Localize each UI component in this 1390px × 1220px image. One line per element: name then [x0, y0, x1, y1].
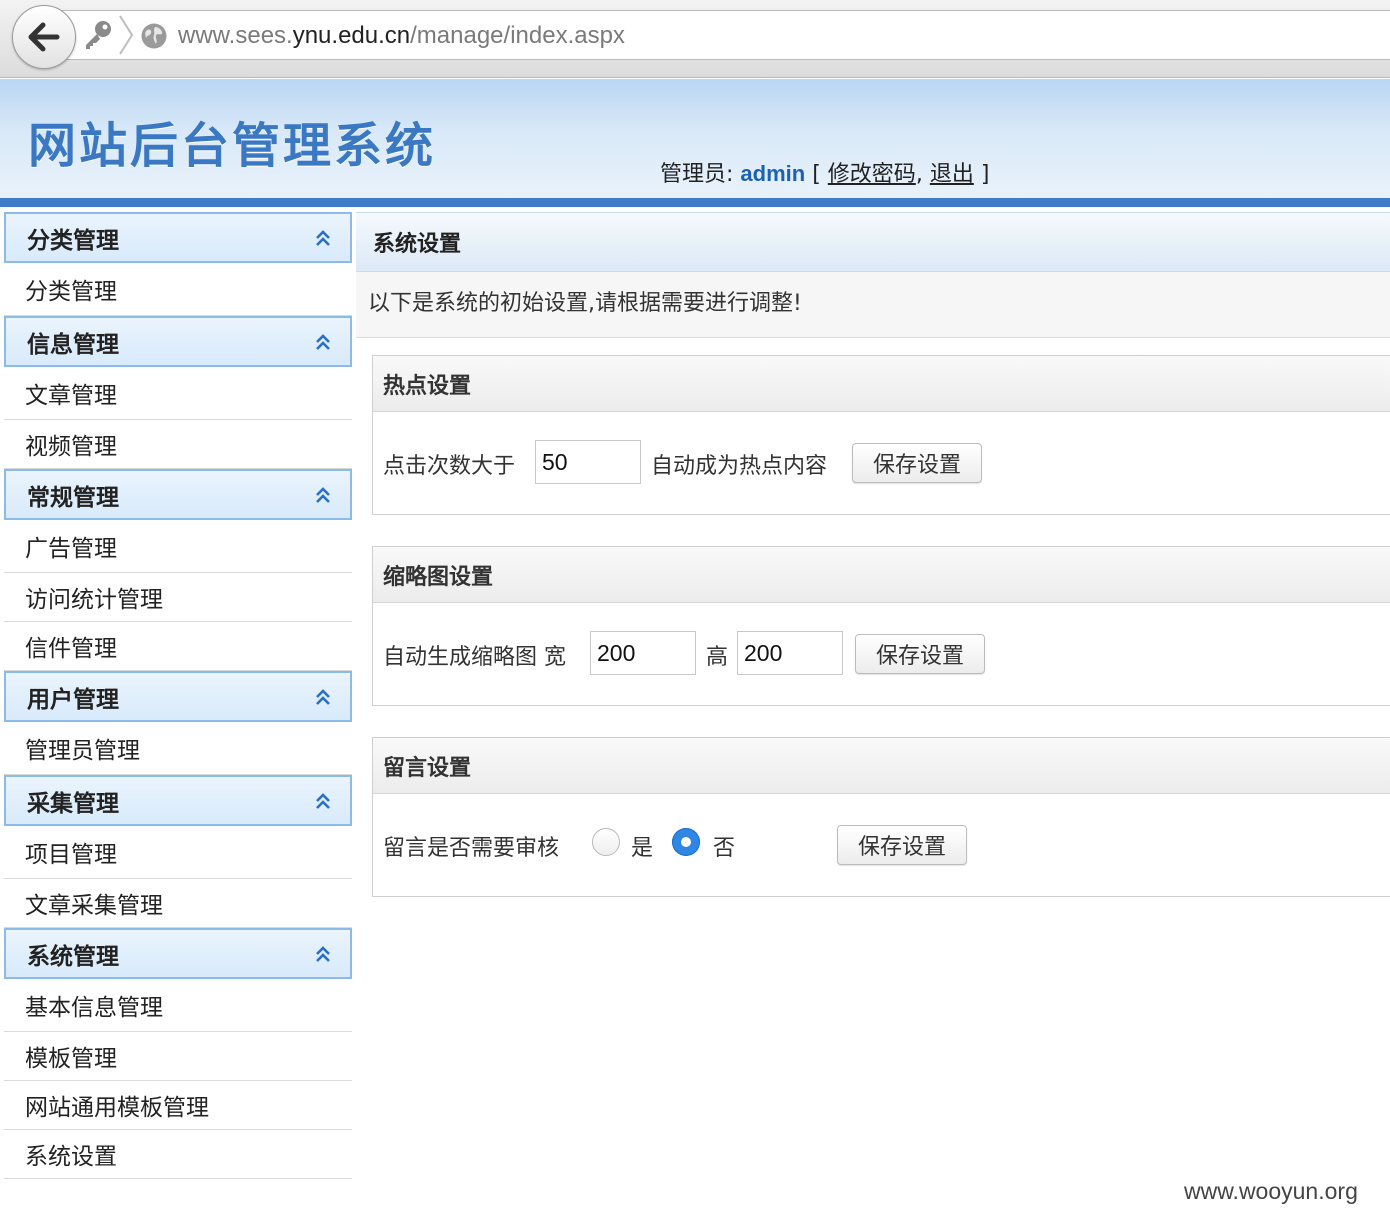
- message-settings-panel: 留言设置 留言是否需要审核 是 否 保存设置: [372, 737, 1390, 897]
- main-content: 系统设置 以下是系统的初始设置,请根据需要进行调整! 热点设置 点击次数大于 5…: [356, 212, 1390, 897]
- chevron-up-icon: [316, 689, 330, 705]
- panel-title: 热点设置: [373, 356, 1390, 412]
- chevron-up-icon: [316, 230, 330, 246]
- sidebar-group-system[interactable]: 系统管理: [4, 928, 352, 979]
- group-title: 用户管理: [27, 686, 119, 713]
- save-thumbnail-button[interactable]: 保存设置: [855, 634, 985, 674]
- watermark: www.wooyun.org: [1184, 1178, 1358, 1204]
- hot-threshold-input[interactable]: 50: [535, 440, 641, 484]
- thumb-width-label: 自动生成缩略图 宽: [383, 645, 566, 670]
- key-icon: [86, 21, 111, 49]
- thumb-height-label: 高: [706, 645, 729, 670]
- header-divider: [0, 198, 1390, 207]
- logout-link[interactable]: 退出: [930, 162, 974, 187]
- chevron-up-icon: [316, 334, 330, 350]
- chevron-up-icon: [316, 487, 330, 503]
- sidebar-item-system-settings[interactable]: 系统设置: [4, 1130, 352, 1179]
- sidebar-item-projects[interactable]: 项目管理: [4, 826, 352, 879]
- sidebar: 分类管理 分类管理 信息管理 文章管理 视频管理 常规管理 广告管理 访问统计管…: [4, 212, 352, 1179]
- sidebar-group-collect[interactable]: 采集管理: [4, 775, 352, 826]
- hot-settings-panel: 热点设置 点击次数大于 50 自动成为热点内容 保存设置: [372, 355, 1390, 515]
- sidebar-item-common-templates[interactable]: 网站通用模板管理: [4, 1081, 352, 1130]
- message-review-label: 留言是否需要审核: [383, 836, 560, 861]
- group-title: 信息管理: [27, 331, 119, 358]
- sidebar-item-ads[interactable]: 广告管理: [4, 520, 352, 573]
- panel-title: 缩略图设置: [373, 547, 1390, 603]
- sidebar-item-article-collect[interactable]: 文章采集管理: [4, 879, 352, 928]
- sidebar-item-admins[interactable]: 管理员管理: [4, 722, 352, 775]
- group-title: 分类管理: [27, 227, 119, 254]
- bracket-open: [: [812, 162, 828, 187]
- group-title: 系统管理: [27, 943, 119, 970]
- bracket-close: ]: [980, 162, 990, 187]
- save-message-button[interactable]: 保存设置: [837, 825, 967, 865]
- page-title: 系统设置: [356, 212, 1390, 272]
- user-bar: 管理员: admin [ 修改密码, 退出 ]: [660, 156, 989, 188]
- group-title: 常规管理: [27, 484, 119, 511]
- back-arrow-icon: [28, 22, 60, 52]
- chevron-right-icon: [119, 15, 134, 55]
- hot-label-after: 自动成为热点内容: [651, 454, 828, 479]
- change-password-link[interactable]: 修改密码: [828, 162, 916, 187]
- save-hot-button[interactable]: 保存设置: [852, 443, 982, 483]
- thumb-height-input[interactable]: 200: [737, 631, 843, 675]
- option-yes-label[interactable]: 是: [631, 830, 653, 862]
- site-title: 网站后台管理系统: [28, 118, 437, 174]
- admin-name: admin: [740, 161, 806, 186]
- sidebar-group-general[interactable]: 常规管理: [4, 469, 352, 520]
- url-text[interactable]: www.sees.ynu.edu.cn/manage/index.aspx: [178, 22, 625, 50]
- sidebar-item-templates[interactable]: 模板管理: [4, 1032, 352, 1081]
- admin-label: 管理员:: [660, 162, 734, 187]
- browser-chrome: www.sees.ynu.edu.cn/manage/index.aspx: [0, 0, 1390, 78]
- thumbnail-settings-panel: 缩略图设置 自动生成缩略图 宽 200 高 200 保存设置: [372, 546, 1390, 706]
- site-header: 网站后台管理系统 管理员: admin [ 修改密码, 退出 ]: [0, 79, 1390, 198]
- globe-icon: [141, 23, 167, 49]
- radio-review-yes[interactable]: [592, 828, 620, 856]
- chevron-up-icon: [316, 793, 330, 809]
- chevron-up-icon: [316, 946, 330, 962]
- sidebar-item-category[interactable]: 分类管理: [4, 263, 352, 316]
- hot-label-before: 点击次数大于: [383, 454, 516, 479]
- sidebar-group-users[interactable]: 用户管理: [4, 671, 352, 722]
- sidebar-item-visit-stats[interactable]: 访问统计管理: [4, 573, 352, 622]
- separator: ,: [915, 162, 923, 187]
- sidebar-group-info[interactable]: 信息管理: [4, 316, 352, 367]
- option-no-label[interactable]: 否: [713, 830, 735, 862]
- sidebar-item-basic-info[interactable]: 基本信息管理: [4, 979, 352, 1032]
- group-title: 采集管理: [27, 790, 119, 817]
- sidebar-item-letters[interactable]: 信件管理: [4, 622, 352, 671]
- sidebar-item-articles[interactable]: 文章管理: [4, 367, 352, 420]
- thumb-width-input[interactable]: 200: [590, 631, 696, 675]
- sidebar-item-videos[interactable]: 视频管理: [4, 420, 352, 469]
- radio-review-no[interactable]: [672, 828, 700, 856]
- panel-title: 留言设置: [373, 738, 1390, 794]
- sidebar-group-category[interactable]: 分类管理: [4, 212, 352, 263]
- notice-text: 以下是系统的初始设置,请根据需要进行调整!: [356, 272, 1390, 338]
- back-button[interactable]: [12, 5, 76, 69]
